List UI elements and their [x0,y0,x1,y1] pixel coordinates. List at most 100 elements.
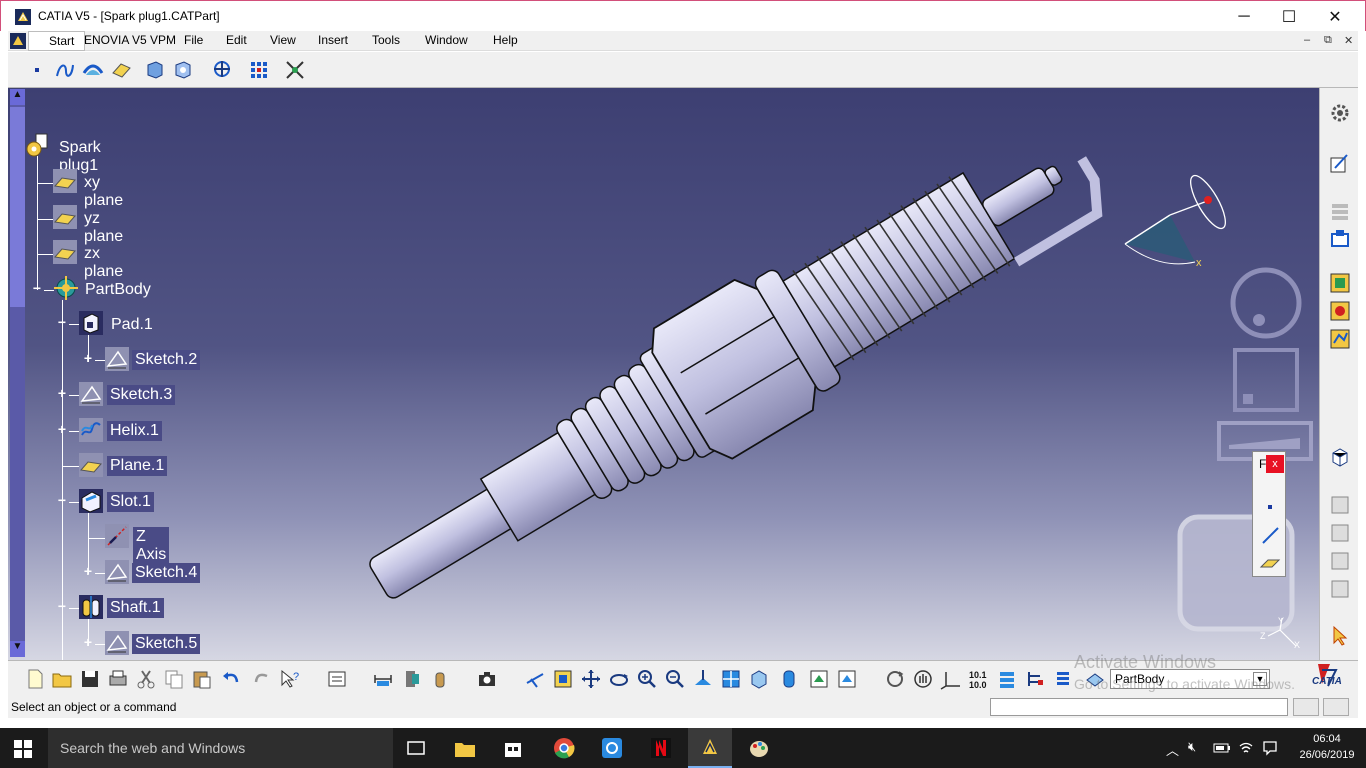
apply-material-icon[interactable] [1329,300,1351,322]
mdi-close-button[interactable]: ✕ [1344,34,1353,47]
tray-chevron-up-icon[interactable]: ︿ [1166,740,1179,759]
plane-node-icon[interactable] [52,239,78,265]
collapse-icon[interactable]: − [55,599,69,614]
spline-icon[interactable] [54,59,76,81]
analysis-tool-icon[interactable] [1329,328,1351,350]
volume-muted-icon[interactable]: 🔇︎ [1188,739,1196,755]
taskbar-catia-button[interactable] [688,728,732,768]
measure-inertia-icon[interactable] [429,668,451,690]
command-input[interactable] [990,698,1288,716]
tree-item-label[interactable]: yz plane [81,209,126,247]
windows-start-icon[interactable] [14,740,32,758]
body-icon[interactable] [53,275,79,301]
scroll-up-icon[interactable]: ▲ [10,89,25,105]
tree-item-label[interactable]: Sketch.3 [107,385,176,405]
swap-space-icon[interactable] [836,668,858,690]
plane-icon[interactable] [110,59,132,81]
capture-icon[interactable] [476,668,498,690]
zoom-in-icon[interactable] [636,668,658,690]
zoom-out-icon[interactable] [664,668,686,690]
3d-viewport[interactable]: x Y Z X [8,88,1319,660]
units-icon[interactable]: 10.1 10.0 [968,668,990,690]
iso-view-icon[interactable] [748,668,770,690]
update-icon[interactable] [326,668,348,690]
hide-show-icon[interactable] [808,668,830,690]
store-icon[interactable] [503,738,523,758]
3d-compass-icon[interactable] [1329,446,1351,468]
sketch-icon[interactable] [78,381,104,407]
boolean-icon[interactable] [144,59,166,81]
spark-plug-model[interactable]: x Y Z X [8,88,1319,660]
measure-item-icon[interactable] [401,668,423,690]
menu-enovia[interactable]: ENOVIA V5 VPM [84,33,176,47]
tree-item-label[interactable]: Sketch.4 [132,563,201,583]
expand-icon[interactable]: + [55,386,69,401]
constraint-icon[interactable] [1329,550,1351,572]
slot-icon[interactable] [78,488,104,514]
tree-scrollbar[interactable]: ▲ ▼ [10,89,25,657]
analysis-icon[interactable] [284,59,306,81]
menu-start[interactable]: Start [28,31,86,51]
point-icon[interactable] [26,59,48,81]
floating-toolbar-close-button[interactable]: x [1266,455,1284,473]
fly-mode-icon[interactable] [524,668,546,690]
minimize-button[interactable]: ─ [1221,1,1267,32]
layers-icon[interactable] [996,668,1018,690]
status-button-1[interactable] [1293,698,1319,716]
sketch-icon[interactable] [104,630,130,656]
menu-window[interactable]: Window [425,33,468,47]
constraint-icon[interactable] [1329,494,1351,516]
netflix-icon[interactable] [650,737,672,759]
paint-icon[interactable] [748,737,770,759]
wifi-icon[interactable] [1238,740,1254,756]
taskbar-search-box[interactable]: Search the web and Windows [48,728,393,768]
file-explorer-icon[interactable] [454,738,476,758]
sketch-icon[interactable] [104,346,130,372]
plane-node-icon[interactable] [52,168,78,194]
copy-icon[interactable] [163,668,185,690]
status-button-2[interactable] [1323,698,1349,716]
hand-icon[interactable] [912,668,934,690]
expand-icon[interactable]: + [81,635,95,650]
floating-toolbar[interactable]: F x [1252,451,1286,577]
new-file-icon[interactable] [24,668,46,690]
notification-icon[interactable] [1262,740,1278,756]
open-folder-icon[interactable] [51,668,73,690]
point-icon[interactable] [1259,496,1281,518]
save-icon[interactable] [79,668,101,690]
properties-icon[interactable] [1024,668,1046,690]
boolean-remove-icon[interactable] [172,59,194,81]
mdi-restore-button[interactable]: ⧉ [1324,34,1332,47]
refresh-icon[interactable] [884,668,906,690]
axis-icon[interactable] [104,523,130,549]
menu-edit[interactable]: Edit [226,33,247,47]
menu-help[interactable]: Help [493,33,518,47]
rotate-icon[interactable] [608,668,630,690]
menu-view[interactable]: View [270,33,296,47]
menu-insert[interactable]: Insert [318,33,348,47]
fit-all-icon[interactable] [552,668,574,690]
surface-icon[interactable] [82,59,104,81]
dimension-icon[interactable] [1329,200,1351,222]
battery-icon[interactable] [1213,742,1231,754]
measure-icon[interactable] [1329,272,1351,294]
undo-icon[interactable] [220,668,242,690]
paste-icon[interactable] [191,668,213,690]
tree-item-label[interactable]: Z Axis [133,527,170,565]
tree-item-label[interactable]: xy plane [81,173,126,211]
multi-view-icon[interactable] [720,668,742,690]
menu-tools[interactable]: Tools [372,33,400,47]
normal-view-icon[interactable] [692,668,714,690]
shading-icon[interactable] [778,668,800,690]
cut-icon[interactable] [135,668,157,690]
collapse-icon[interactable]: − [30,281,44,296]
tree-item-label[interactable]: Sketch.5 [132,634,201,654]
tree-item-label[interactable]: Slot.1 [107,492,154,512]
print-icon[interactable] [107,668,129,690]
tree-item-label[interactable]: Pad.1 [108,315,156,335]
tree-item-label[interactable]: Plane.1 [107,456,168,476]
plane-node-icon[interactable] [52,204,78,230]
sketch-icon[interactable] [104,559,130,585]
collapse-icon[interactable]: − [55,315,69,330]
scroll-down-icon[interactable]: ▼ [10,641,25,657]
